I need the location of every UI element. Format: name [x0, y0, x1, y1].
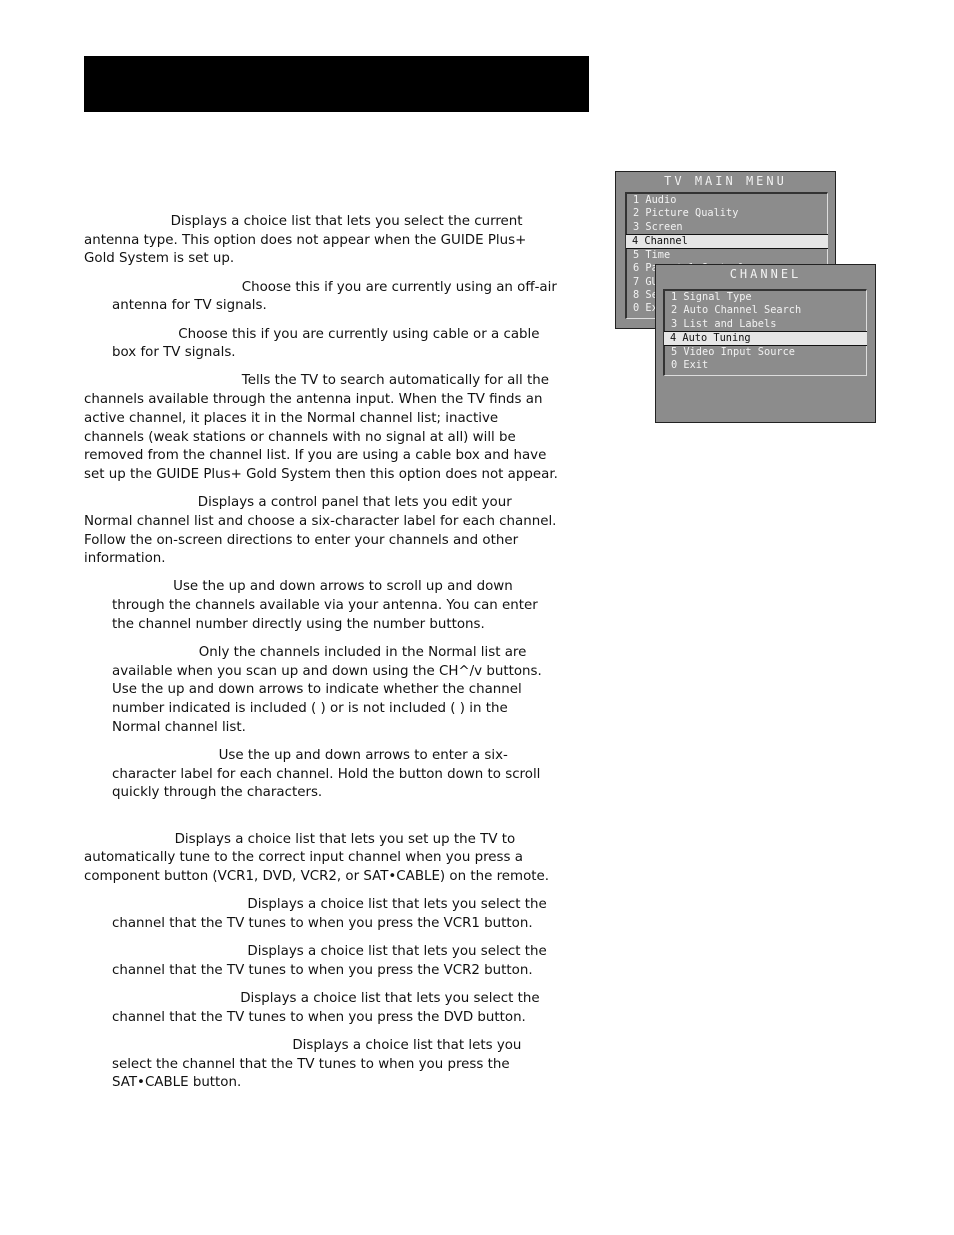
- paragraph-text: Displays a choice list that lets you sel…: [112, 944, 547, 978]
- paragraph-text: Displays a choice list that lets you sel…: [112, 1038, 522, 1091]
- menu-item[interactable]: 3 List and Labels: [665, 318, 866, 331]
- menu-item[interactable]: 1 Signal Type: [665, 291, 866, 304]
- menu-item[interactable]: 5 Time: [627, 249, 827, 262]
- menu-item[interactable]: 2 Auto Channel Search: [665, 304, 866, 317]
- paragraph-text: Tells the TV to search automatically for…: [84, 373, 558, 482]
- menu-item[interactable]: 0 Exit: [665, 359, 866, 372]
- paragraph: Set DVD Channel Displays a choice list t…: [84, 990, 559, 1027]
- paragraph: Normal List Only the channels included i…: [84, 644, 559, 738]
- paragraph-text: Choose this if you are currently using c…: [112, 326, 540, 361]
- paragraph-text: Displays a choice list that lets you set…: [84, 831, 550, 885]
- paragraph: Signal Type Displays a choice list that …: [84, 213, 559, 269]
- paragraph: Set VCR1 Channel Displays a choice list …: [84, 896, 559, 933]
- paragraph: Set VCR2 Channel Displays a choice list …: [84, 943, 559, 980]
- paragraph: Antenna (Off-Air) Choose this if you are…: [84, 279, 559, 316]
- paragraph: List and Labels Displays a control panel…: [84, 494, 559, 569]
- menu-item[interactable]: 2 Picture Quality: [627, 207, 827, 220]
- menu-item[interactable]: 4 Auto Tuning: [664, 330, 867, 347]
- paragraph-text: Displays a choice list that lets you sel…: [84, 214, 527, 267]
- paragraph: Channel Use the up and down arrows to sc…: [84, 578, 559, 634]
- paragraph: Auto Tuning Displays a choice list that …: [84, 831, 559, 887]
- paragraph-text: Displays a choice list that lets you sel…: [112, 991, 540, 1025]
- paragraph-text: Only the channels included in the Normal…: [112, 645, 542, 735]
- channel-menu-title: CHANNEL: [729, 267, 802, 281]
- channel-menu: CHANNEL 1 Signal Type 2 Auto Channel Sear…: [655, 264, 876, 423]
- paragraph-text: Use the up and down arrows to enter a si…: [112, 748, 541, 801]
- paragraph: Set SAT•CABLE Channel Displays a choice …: [84, 1037, 559, 1093]
- menu-item[interactable]: 5 Video Input Source: [665, 346, 866, 359]
- paragraph-text: Choose this if you are currently using a…: [112, 279, 557, 314]
- paragraph: Cable TV Choose this if you are currentl…: [84, 326, 559, 363]
- channel-menu-list: 1 Signal Type 2 Auto Channel Search 3 List…: [663, 289, 867, 376]
- body-text: Signal Type Displays a choice list that …: [84, 213, 559, 1103]
- menu-item[interactable]: 3 Screen: [627, 221, 827, 234]
- paragraph-text: Displays a control panel that lets you e…: [84, 495, 557, 567]
- menu-item[interactable]: 1 Audio: [627, 194, 827, 207]
- menu-item[interactable]: 4 Channel: [626, 233, 828, 250]
- paragraph-text: Displays a choice list that lets you sel…: [112, 897, 547, 931]
- paragraph-text: Use the up and down arrows to scroll up …: [112, 579, 538, 632]
- header-bar: [84, 56, 589, 112]
- main-menu-title: TV MAIN MENU: [664, 174, 787, 188]
- paragraph: Auto Channel Search Tells the TV to sear…: [84, 372, 559, 484]
- paragraph: Channel Label Use the up and down arrows…: [84, 747, 559, 803]
